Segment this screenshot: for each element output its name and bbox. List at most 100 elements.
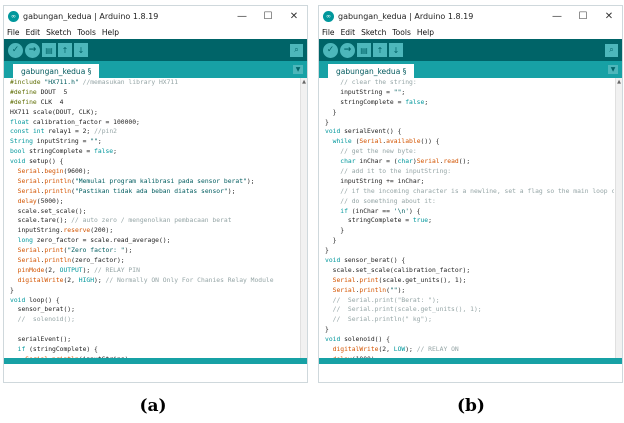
code-line[interactable]: // clear the string: (325, 78, 614, 88)
code-line[interactable]: // add it to the inputString: (325, 167, 614, 177)
code-line[interactable]: Serial.println("Memulai program kalibras… (10, 177, 299, 187)
code-line[interactable]: Serial.print("Zero factor: "); (10, 246, 299, 256)
code-line[interactable]: Serial.print(scale.get_units(), 1); (325, 276, 614, 286)
code-line[interactable]: if (inChar == '\n') { (325, 207, 614, 217)
code-line[interactable]: // get the new byte: (325, 147, 614, 157)
new-icon[interactable]: ▤ (357, 43, 371, 57)
code-line[interactable]: // Serial.print(scale.get_units(), 1); (325, 305, 614, 315)
menu-tools[interactable]: Tools (392, 28, 410, 37)
code-line[interactable]: while (Serial.available()) { (325, 137, 614, 147)
code-line[interactable]: Serial.begin(9600); (10, 167, 299, 177)
code-line[interactable]: serialEvent(); (10, 335, 299, 345)
code-line[interactable]: char inChar = (char)Serial.read(); (325, 157, 614, 167)
code-line[interactable]: scale.tare(); // auto zero / mengenolkan… (10, 216, 299, 226)
code-line[interactable]: void setup() { (10, 157, 299, 167)
menu-sketch[interactable]: Sketch (361, 28, 386, 37)
open-icon[interactable]: ↑ (373, 43, 387, 57)
caption-a: (a) (139, 396, 167, 416)
code-line[interactable]: } (325, 236, 614, 246)
save-icon[interactable]: ↓ (74, 43, 88, 57)
code-line[interactable]: if (stringComplete) { (10, 345, 299, 355)
tab-sketch[interactable]: gabungan_kedua § (328, 64, 415, 78)
tab-sketch[interactable]: gabungan_kedua § (13, 64, 100, 78)
code-line[interactable]: void serialEvent() { (325, 127, 614, 137)
code-line[interactable]: } (325, 246, 614, 256)
code-line[interactable]: // Serial.println(" kg"); (325, 315, 614, 325)
menu-file[interactable]: File (7, 28, 20, 37)
code-line[interactable]: // if the incoming character is a newlin… (325, 187, 614, 197)
caption-b: (b) (457, 396, 485, 416)
code-line[interactable]: } (325, 108, 614, 118)
code-line[interactable]: long zero_factor = scale.read_average(); (10, 236, 299, 246)
verify-icon[interactable]: ✓ (323, 42, 338, 58)
code-line[interactable]: sensor_berat(); (10, 305, 299, 315)
menu-sketch[interactable]: Sketch (46, 28, 71, 37)
maximize-button[interactable]: ☐ (570, 11, 596, 22)
save-icon[interactable]: ↓ (389, 43, 403, 57)
serial-monitor-icon[interactable]: ⌕ (290, 43, 303, 57)
code-editor[interactable]: #include "HX711.h" //memasukan library H… (4, 78, 307, 364)
code-line[interactable]: inputString = ""; (325, 88, 614, 98)
code-line[interactable]: } (10, 286, 299, 296)
code-line[interactable]: Serial.println(""); (325, 286, 614, 296)
code-line[interactable]: // Serial.print("Berat: "); (325, 296, 614, 306)
code-line[interactable]: #define CLK 4 (10, 98, 299, 108)
code-text[interactable]: // clear the string: inputString = ""; s… (319, 78, 614, 364)
scroll-up-icon[interactable]: ▲ (301, 78, 307, 86)
menu-help[interactable]: Help (102, 28, 119, 37)
upload-icon[interactable]: → (340, 42, 355, 58)
window-title: gabungan_kedua | Arduino 1.8.19 (23, 11, 159, 21)
code-line[interactable]: bool stringComplete = false; (10, 147, 299, 157)
code-editor[interactable]: // clear the string: inputString = ""; s… (319, 78, 622, 364)
code-line[interactable]: #define DOUT 5 (10, 88, 299, 98)
code-line[interactable] (10, 325, 299, 335)
code-line[interactable]: void sensor_berat() { (325, 256, 614, 266)
code-line[interactable]: #include "HX711.h" //memasukan library H… (10, 78, 299, 88)
menu-edit[interactable]: Edit (26, 28, 41, 37)
tab-menu-icon[interactable]: ▼ (608, 65, 618, 74)
code-line[interactable]: inputString.reserve(200); (10, 226, 299, 236)
code-line[interactable]: stringComplete = false; (325, 98, 614, 108)
arduino-logo-icon: ∞ (323, 10, 334, 22)
close-button[interactable]: ✕ (281, 11, 307, 22)
code-line[interactable]: const int relay1 = 2; //pin2 (10, 127, 299, 137)
code-line[interactable]: String inputString = ""; (10, 137, 299, 147)
code-line[interactable]: scale.set_scale(calibration_factor); (325, 266, 614, 276)
code-line[interactable]: } (325, 118, 614, 128)
code-line[interactable]: void solenoid() { (325, 335, 614, 345)
code-line[interactable]: // solenoid(); (10, 315, 299, 325)
code-text[interactable]: #include "HX711.h" //memasukan library H… (4, 78, 299, 364)
code-line[interactable]: } (325, 226, 614, 236)
code-line[interactable]: HX711 scale(DOUT, CLK); (10, 108, 299, 118)
code-line[interactable]: void loop() { (10, 296, 299, 306)
code-line[interactable]: // do something about it: (325, 197, 614, 207)
new-icon[interactable]: ▤ (42, 43, 56, 57)
code-line[interactable]: Serial.println("Pastikan tidak ada beban… (10, 187, 299, 197)
upload-icon[interactable]: → (25, 42, 40, 58)
code-line[interactable]: } (325, 325, 614, 335)
code-line[interactable]: Serial.println(zero_factor); (10, 256, 299, 266)
code-line[interactable]: delay(5000); (10, 197, 299, 207)
code-line[interactable]: pinMode(2, OUTPUT); // RELAY PIN (10, 266, 299, 276)
menu-edit[interactable]: Edit (341, 28, 356, 37)
tab-menu-icon[interactable]: ▼ (293, 65, 303, 74)
code-line[interactable]: inputString += inChar; (325, 177, 614, 187)
vertical-scrollbar[interactable]: ▲ (615, 78, 622, 364)
code-line[interactable]: scale.set_scale(); (10, 207, 299, 217)
code-line[interactable]: digitalWrite(2, LOW); // RELAY ON (325, 345, 614, 355)
scroll-up-icon[interactable]: ▲ (616, 78, 622, 86)
code-line[interactable]: float calibration_factor = 100000; (10, 118, 299, 128)
menu-help[interactable]: Help (417, 28, 434, 37)
code-line[interactable]: stringComplete = true; (325, 216, 614, 226)
verify-icon[interactable]: ✓ (8, 42, 23, 58)
code-line[interactable]: digitalWrite(2, HIGH); // Normally ON On… (10, 276, 299, 286)
vertical-scrollbar[interactable]: ▲ (300, 78, 307, 364)
close-button[interactable]: ✕ (596, 11, 622, 22)
maximize-button[interactable]: ☐ (255, 11, 281, 22)
minimize-button[interactable]: — (544, 11, 570, 22)
minimize-button[interactable]: — (229, 11, 255, 22)
menu-tools[interactable]: Tools (77, 28, 95, 37)
menu-file[interactable]: File (322, 28, 335, 37)
open-icon[interactable]: ↑ (58, 43, 72, 57)
serial-monitor-icon[interactable]: ⌕ (605, 43, 618, 57)
